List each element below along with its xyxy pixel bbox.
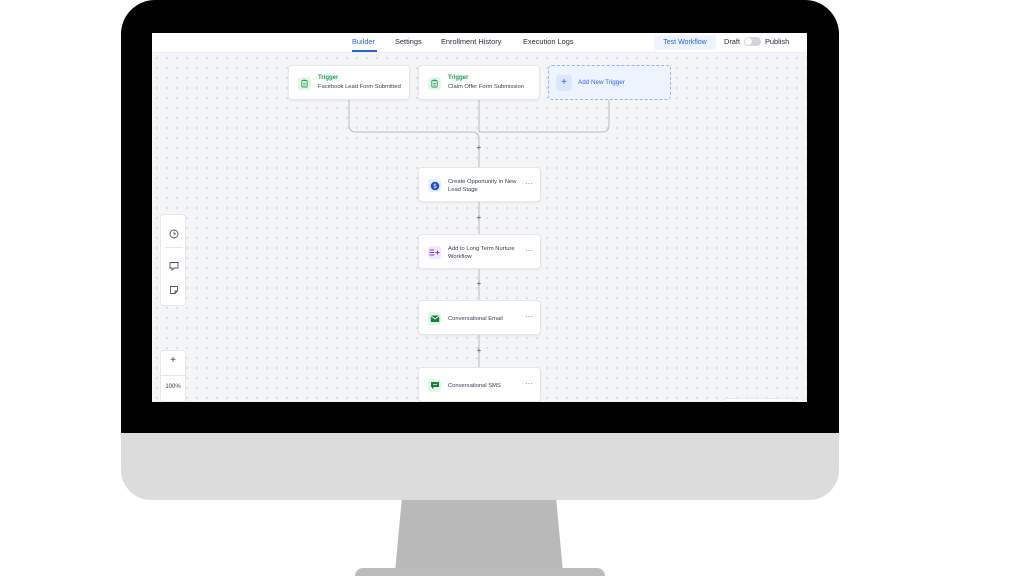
plus-icon: + <box>556 75 572 91</box>
app-screen: Builder Settings Enrollment History Exec… <box>152 33 807 402</box>
clipboard-icon <box>428 77 441 90</box>
action-label: Conversational Email <box>448 316 503 322</box>
top-navigation: Builder Settings Enrollment History Exec… <box>152 33 807 53</box>
trigger-node-claim-offer[interactable]: Trigger Claim Offer Form Submission <box>418 65 540 100</box>
tab-settings[interactable]: Settings <box>395 37 422 46</box>
monitor-stand-neck <box>395 500 563 572</box>
sms-icon <box>428 379 441 392</box>
tab-builder[interactable]: Builder <box>352 37 375 46</box>
clipboard-icon <box>298 77 311 90</box>
add-step-button[interactable]: + <box>474 213 484 223</box>
svg-text:$: $ <box>433 183 437 190</box>
action-node-conversational-sms[interactable]: Conversational SMS ··· <box>418 367 541 402</box>
action-label: Add to Long Term Nurture Workflow <box>448 246 515 260</box>
more-options-icon[interactable]: ··· <box>525 246 533 255</box>
history-icon[interactable] <box>169 226 179 239</box>
zoom-controls: + 100% <box>160 350 186 402</box>
action-node-add-to-workflow[interactable]: Add to Long Term Nurture Workflow ··· <box>418 234 541 269</box>
publish-toggle[interactable] <box>744 37 761 46</box>
zoom-level: 100% <box>165 384 181 390</box>
more-options-icon[interactable]: ··· <box>525 179 533 188</box>
action-label: Create Opportunity in New Lead Stage <box>448 179 517 193</box>
monitor-stand-foot <box>355 568 605 576</box>
email-icon <box>428 312 441 325</box>
publish-label: Publish <box>765 37 790 46</box>
active-tab-indicator <box>352 50 377 52</box>
workflow-canvas[interactable]: Trigger Facebook Lead Form Submitted Tri… <box>152 53 807 402</box>
zoom-in-button[interactable]: + <box>161 355 185 366</box>
trigger-title: Trigger <box>448 75 469 81</box>
workflow-add-icon <box>428 246 441 259</box>
trigger-node-facebook-lead[interactable]: Trigger Facebook Lead Form Submitted <box>288 65 410 100</box>
zoom-divider <box>161 375 185 376</box>
add-step-button[interactable]: + <box>474 346 484 356</box>
monitor-chin <box>121 433 839 500</box>
add-new-trigger-label: Add New Trigger <box>578 79 625 86</box>
test-workflow-button[interactable]: Test Workflow <box>654 35 716 50</box>
add-new-trigger-button[interactable]: + Add New Trigger <box>548 65 671 100</box>
dollar-icon: $ <box>428 179 441 192</box>
tab-execution-logs[interactable]: Execution Logs <box>523 37 574 46</box>
comment-icon[interactable] <box>169 258 179 272</box>
more-options-icon[interactable]: ··· <box>525 312 533 321</box>
action-label: Conversational SMS <box>448 383 501 389</box>
action-node-create-opportunity[interactable]: $ Create Opportunity in New Lead Stage ·… <box>418 167 541 202</box>
draft-label: Draft <box>724 37 741 46</box>
tab-enrollment-history[interactable]: Enrollment History <box>441 37 501 46</box>
trigger-title: Trigger <box>318 75 339 81</box>
minimap[interactable] <box>724 398 794 402</box>
trigger-subtitle: Facebook Lead Form Submitted <box>318 84 401 90</box>
add-step-button[interactable]: + <box>474 279 484 289</box>
stage: Builder Settings Enrollment History Exec… <box>0 0 1024 576</box>
trigger-subtitle: Claim Offer Form Submission <box>448 84 524 90</box>
canvas-tools-panel <box>160 214 186 306</box>
more-options-icon[interactable]: ··· <box>525 379 533 388</box>
tools-divider <box>165 247 183 248</box>
add-step-button[interactable]: + <box>474 143 484 153</box>
sticky-note-icon[interactable] <box>169 282 179 294</box>
action-node-conversational-email[interactable]: Conversational Email ··· <box>418 300 541 335</box>
